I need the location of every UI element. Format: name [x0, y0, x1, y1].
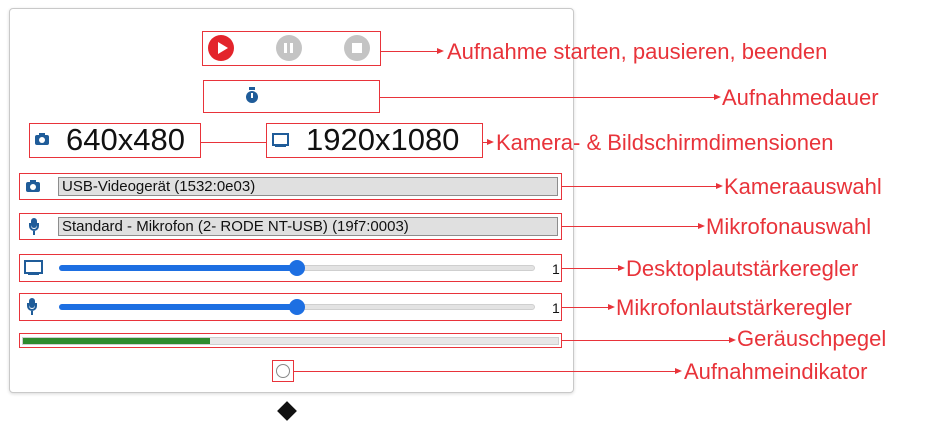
callout-dimensions: Kamera- & Bildschirmdimensionen [496, 130, 834, 155]
arrowhead [714, 94, 721, 100]
controls-highlight [202, 31, 381, 66]
connector-line [380, 97, 715, 98]
connector-line [381, 51, 438, 52]
arrowhead [608, 304, 615, 310]
connector-line [562, 186, 717, 187]
callout-desktop-volume: Desktoplautstärkeregler [626, 256, 859, 281]
noise-level-highlight [19, 333, 562, 348]
callout-microphone-volume: Mikrofonlautstärkeregler [616, 295, 852, 320]
duration-highlight [203, 80, 380, 113]
camera-select-highlight [19, 173, 562, 200]
microphone-select-highlight [19, 213, 562, 240]
arrowhead [675, 368, 682, 374]
arrowhead [437, 48, 444, 54]
connector-line [562, 307, 609, 308]
arrowhead [618, 265, 625, 271]
connector-line [294, 371, 676, 372]
arrowhead [716, 183, 723, 189]
callout-noise-level: Geräuschpegel [737, 326, 887, 351]
arrowhead [729, 337, 736, 343]
callout-indicator: Aufnahmeindikator [684, 359, 868, 384]
connector-line [562, 268, 619, 269]
callout-duration: Aufnahmedauer [722, 85, 879, 110]
connector-line [562, 226, 699, 227]
connector-line [562, 340, 730, 341]
indicator-highlight [272, 360, 294, 382]
callout-camera-select: Kameraauswahl [724, 174, 882, 199]
desktop-volume-highlight [19, 254, 562, 282]
arrowhead [698, 223, 705, 229]
camera-dimensions-highlight [29, 123, 201, 158]
microphone-volume-highlight [19, 293, 562, 321]
callout-microphone-select: Mikrofonauswahl [706, 214, 872, 239]
callout-controls: Aufnahme starten, pausieren, beenden [447, 39, 828, 64]
arrowhead [487, 139, 494, 145]
screen-dimensions-highlight [266, 123, 483, 158]
connector-line [201, 142, 267, 143]
